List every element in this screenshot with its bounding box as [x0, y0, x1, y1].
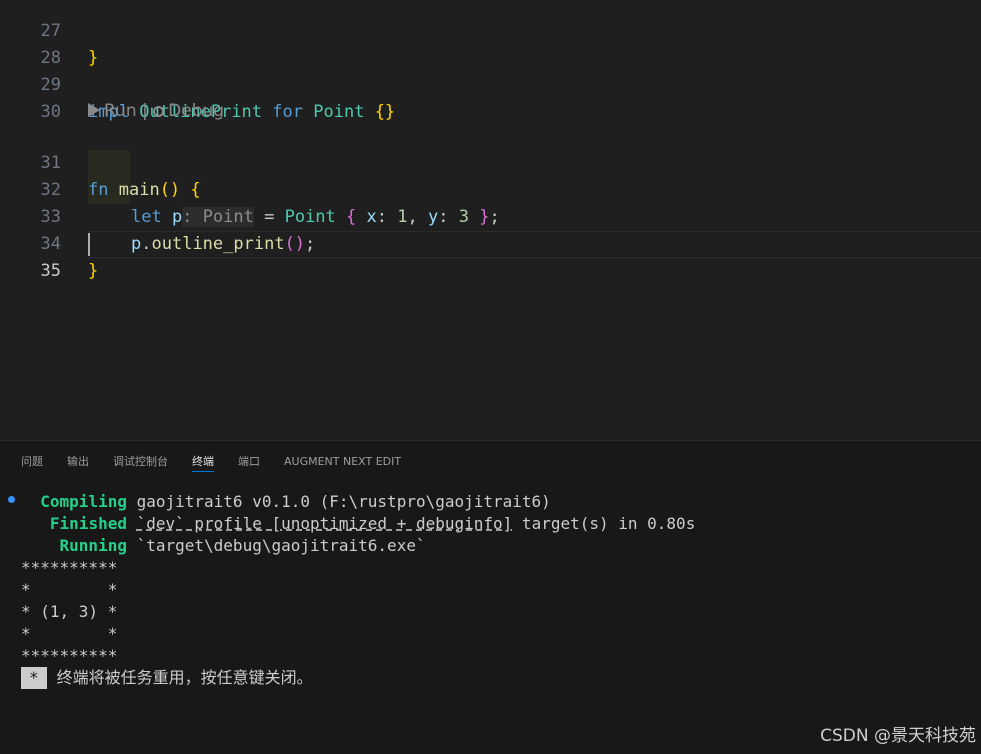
panel-tabs: 问题 输出 调试控制台 终端 端口 AUGMENT NEXT EDIT: [0, 441, 981, 479]
tab-augment-next-edit[interactable]: AUGMENT NEXT EDIT: [284, 453, 401, 471]
line-number: 35: [40, 261, 61, 281]
program-output-line: **********: [21, 558, 118, 577]
compiling-text: gaojitrait6 v0.1.0 (F:\rustpro\gaojitrai…: [126, 492, 551, 511]
terminal-output[interactable]: Compiling gaojitrait6 v0.1.0 (F:\rustpro…: [0, 491, 981, 691]
code-line-31[interactable]: 31 fn main() {: [0, 123, 981, 200]
vscode-window: 27 } 28 29 impl OutlinePrint for Point {…: [0, 0, 981, 754]
terminal-line: Finished `dev` profile [unoptimized + de…: [21, 513, 695, 535]
line-number: 30: [40, 102, 61, 122]
codelens-separator: |: [136, 101, 154, 121]
terminal-reuse-line: * 终端将被任务重用，按任意键关闭。: [21, 667, 313, 689]
tab-output[interactable]: 输出: [67, 453, 89, 471]
run-label: Run: [104, 101, 137, 121]
closing-brace: }: [88, 261, 99, 281]
profile-text: `dev` profile [unoptimized + debuginfo]: [136, 514, 513, 533]
running-text: `target\debug\gaojitrait6.exe`: [126, 536, 426, 555]
debug-codelens[interactable]: Debug: [153, 101, 224, 121]
bottom-panel: 问题 输出 调试控制台 终端 端口 AUGMENT NEXT EDIT Comp…: [0, 440, 981, 754]
text-cursor: [88, 233, 90, 256]
code-line-28[interactable]: 28: [0, 18, 981, 68]
run-codelens[interactable]: Run: [88, 101, 137, 121]
program-output-line: * (1, 3) *: [21, 602, 118, 621]
code-line-34[interactable]: 34 }: [0, 204, 981, 281]
keyword-for: for: [272, 102, 303, 122]
code-line-32[interactable]: 32 let p: Point = Point { x: 1, y: 3 };: [0, 150, 981, 227]
code-text: }: [88, 258, 98, 285]
running-label: Running: [59, 536, 127, 555]
terminal-line: Running `target\debug\gaojitrait6.exe`: [21, 535, 426, 557]
program-output-line: * *: [21, 624, 118, 643]
reuse-message: 终端将被任务重用，按任意键关闭。: [56, 668, 313, 687]
play-icon: [88, 103, 100, 117]
watermark: CSDN @景天科技苑: [820, 726, 976, 746]
code-editor[interactable]: 27 } 28 29 impl OutlinePrint for Point {…: [0, 0, 981, 440]
gear-icon: [153, 106, 165, 117]
compiling-label: Compiling: [40, 492, 127, 511]
finished-pre: [127, 514, 137, 533]
code-line-29[interactable]: 29 impl OutlinePrint for Point {}: [0, 45, 981, 122]
program-output-line: **********: [21, 646, 118, 665]
program-output-line: * *: [21, 580, 118, 599]
finished-post: target(s) in 0.80s: [512, 514, 696, 533]
reuse-badge: *: [21, 667, 47, 689]
code-line-30[interactable]: 30: [0, 72, 981, 122]
braces: {}: [374, 102, 396, 122]
type-name: Point: [313, 102, 365, 122]
code-line-33[interactable]: 33 p.outline_print();: [0, 177, 981, 254]
code-line-35[interactable]: 35: [0, 231, 981, 281]
terminal-line: Compiling gaojitrait6 v0.1.0 (F:\rustpro…: [21, 491, 551, 513]
codelens: Run | Debug: [88, 99, 224, 123]
finished-label: Finished: [49, 514, 127, 533]
tab-ports[interactable]: 端口: [238, 453, 260, 471]
tab-terminal[interactable]: 终端: [192, 453, 214, 472]
code-line-27[interactable]: 27 }: [0, 0, 981, 68]
tab-problems[interactable]: 问题: [21, 453, 43, 471]
tab-debug-console[interactable]: 调试控制台: [113, 453, 168, 471]
debug-label: Debug: [168, 101, 225, 121]
